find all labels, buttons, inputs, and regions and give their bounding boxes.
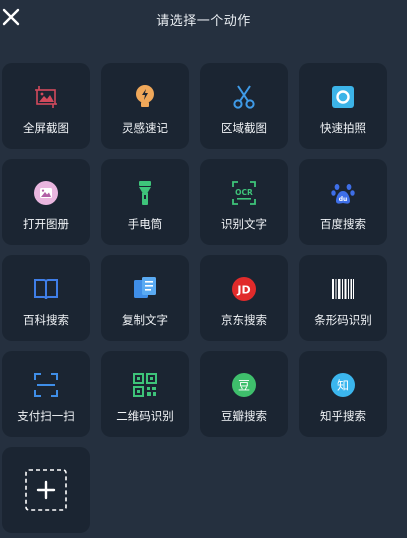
fullscreen-screenshot-icon [33, 84, 59, 110]
action-label: 百科搜索 [23, 313, 69, 327]
douban-icon: 豆 [231, 372, 257, 398]
action-pay-scan[interactable]: 支付扫一扫 [2, 351, 90, 437]
flashlight-icon [132, 180, 158, 206]
action-ocr[interactable]: OCR 识别文字 [200, 159, 288, 245]
action-jd-search[interactable]: JD 京东搜索 [200, 255, 288, 341]
action-quick-note[interactable]: 灵感速记 [101, 63, 189, 149]
action-flashlight[interactable]: 手电筒 [101, 159, 189, 245]
qrcode-icon [132, 372, 158, 398]
action-label: 复制文字 [122, 313, 168, 327]
copy-document-icon [132, 276, 158, 302]
zhihu-text: 知 [337, 379, 349, 393]
page-title: 请选择一个动作 [156, 14, 251, 29]
action-barcode-scan[interactable]: 条形码识别 [299, 255, 387, 341]
baidu-text: du [339, 196, 348, 203]
zhihu-icon: 知 [330, 372, 356, 398]
action-label: 条形码识别 [314, 313, 372, 327]
lightbulb-icon [132, 84, 158, 110]
ocr-icon: OCR [231, 180, 257, 206]
action-label: 京东搜索 [221, 313, 267, 327]
baidu-paw-icon: du [330, 180, 356, 206]
action-baike-search[interactable]: 百科搜索 [2, 255, 90, 341]
action-label: 区域截图 [221, 121, 267, 135]
action-label: 百度搜索 [320, 217, 366, 231]
action-baidu-search[interactable]: du 百度搜索 [299, 159, 387, 245]
jd-icon: JD [231, 276, 257, 302]
douban-text: 豆 [238, 379, 250, 393]
action-grid: 全屏截图 灵感速记 区域截图 快速拍照 打开图册 手电筒 OCR 识别文字 du… [2, 63, 387, 533]
action-label: 全屏截图 [23, 121, 69, 135]
action-qrcode-scan[interactable]: 二维码识别 [101, 351, 189, 437]
action-label: 打开图册 [23, 217, 69, 231]
action-label: 知乎搜索 [320, 409, 366, 423]
gallery-icon [33, 180, 59, 206]
action-copy-text[interactable]: 复制文字 [101, 255, 189, 341]
action-label: 支付扫一扫 [17, 409, 75, 423]
add-action-button[interactable] [2, 447, 90, 533]
action-label: 手电筒 [127, 217, 163, 231]
action-fullscreen-screenshot[interactable]: 全屏截图 [2, 63, 90, 149]
action-open-gallery[interactable]: 打开图册 [2, 159, 90, 245]
camera-icon [330, 84, 356, 110]
action-label: 识别文字 [221, 217, 267, 231]
action-label: 灵感速记 [122, 121, 168, 135]
header: 请选择一个动作 [0, 0, 407, 36]
scan-icon [33, 372, 59, 398]
action-douban-search[interactable]: 豆 豆瓣搜索 [200, 351, 288, 437]
scissors-icon [231, 84, 257, 110]
add-icon [24, 468, 68, 512]
jd-text: JD [236, 284, 250, 297]
action-label: 豆瓣搜索 [221, 409, 267, 423]
action-zhihu-search[interactable]: 知 知乎搜索 [299, 351, 387, 437]
action-quick-photo[interactable]: 快速拍照 [299, 63, 387, 149]
action-label: 快速拍照 [320, 121, 366, 135]
ocr-text: OCR [235, 188, 253, 197]
book-icon [33, 276, 59, 302]
action-area-screenshot[interactable]: 区域截图 [200, 63, 288, 149]
barcode-icon [330, 276, 356, 302]
action-label: 二维码识别 [116, 409, 174, 423]
